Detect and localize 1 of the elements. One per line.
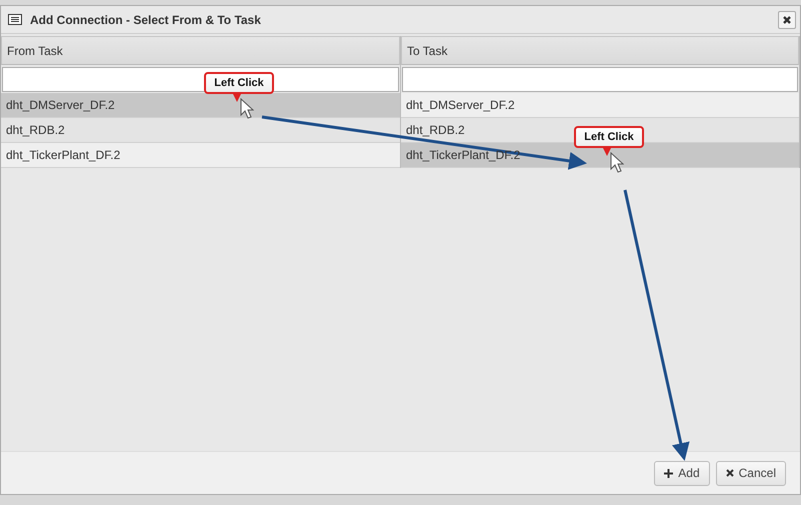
dialog-title: Add Connection - Select From & To Task — [30, 12, 262, 26]
